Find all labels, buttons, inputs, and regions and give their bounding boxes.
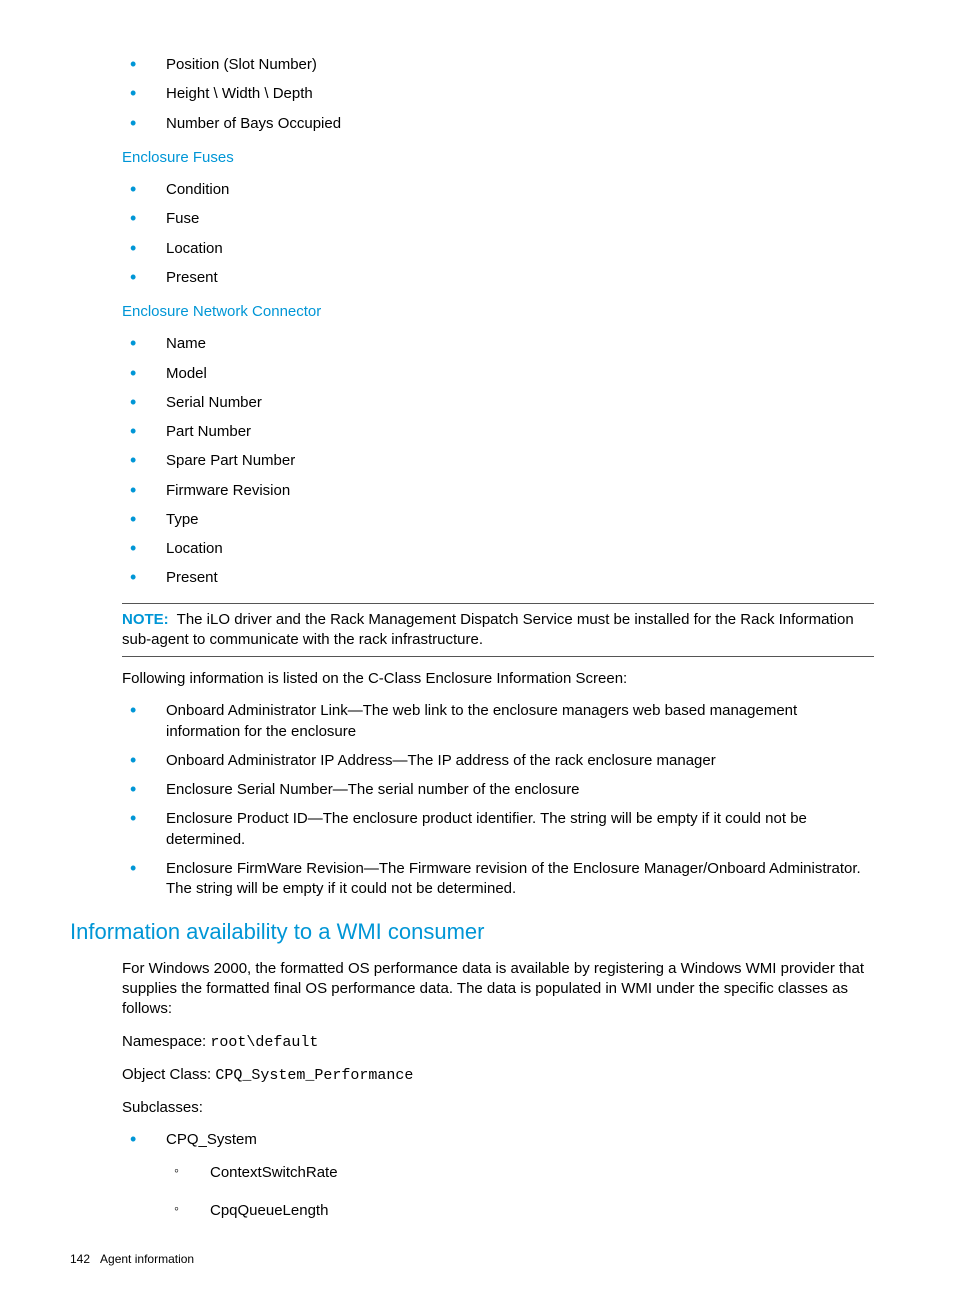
subclasses-label: Subclasses:: [122, 1098, 874, 1118]
objclass-value: CPQ_System_Performance: [215, 1067, 413, 1084]
para-following: Following information is listed on the C…: [122, 669, 874, 689]
namespace-label: Namespace:: [122, 1033, 210, 1050]
list-item: CPQ_System ContextSwitchRate CpqQueueLen…: [122, 1130, 874, 1221]
list-item: Height \ Width \ Depth: [122, 84, 874, 104]
list-item: Present: [122, 568, 874, 588]
list-item: Spare Part Number: [122, 451, 874, 471]
list-subclasses: CPQ_System ContextSwitchRate CpqQueueLen…: [70, 1130, 874, 1221]
sub-list-item: ContextSwitchRate: [166, 1163, 874, 1183]
note-label: NOTE:: [122, 611, 169, 628]
note-block: NOTE:The iLO driver and the Rack Managem…: [122, 603, 874, 658]
list-item: Condition: [122, 180, 874, 200]
list-item: Enclosure FirmWare Revision—The Firmware…: [122, 859, 874, 900]
list-item: Model: [122, 364, 874, 384]
note-text: The iLO driver and the Rack Management D…: [122, 611, 854, 648]
heading-enclosure-fuses: Enclosure Fuses: [122, 148, 874, 168]
list-cclass: Onboard Administrator Link—The web link …: [70, 701, 874, 899]
subclass-main: CPQ_System: [166, 1131, 257, 1148]
list-item: Part Number: [122, 422, 874, 442]
list-item: Present: [122, 268, 874, 288]
list-item: Location: [122, 539, 874, 559]
list-item: Location: [122, 239, 874, 259]
list-item: Serial Number: [122, 393, 874, 413]
sub-list: ContextSwitchRate CpqQueueLength: [166, 1163, 874, 1222]
list-fuses: Condition Fuse Location Present: [70, 180, 874, 288]
list-item: Onboard Administrator IP Address—The IP …: [122, 751, 874, 771]
footer: 142 Agent information: [70, 1251, 874, 1267]
section-heading-wmi: Information availability to a WMI consum…: [70, 917, 874, 947]
list-network: Name Model Serial Number Part Number Spa…: [70, 334, 874, 588]
list-item: Name: [122, 334, 874, 354]
list-item: Type: [122, 510, 874, 530]
footer-title: Agent information: [100, 1252, 194, 1266]
namespace-line: Namespace: root\default: [122, 1032, 874, 1053]
namespace-value: root\default: [210, 1034, 318, 1051]
list-item: Onboard Administrator Link—The web link …: [122, 701, 874, 742]
objclass-line: Object Class: CPQ_System_Performance: [122, 1065, 874, 1086]
list-item: Enclosure Product ID—The enclosure produ…: [122, 809, 874, 850]
list-item: Fuse: [122, 209, 874, 229]
list-position: Position (Slot Number) Height \ Width \ …: [70, 55, 874, 134]
page-number: 142: [70, 1252, 90, 1266]
list-item: Firmware Revision: [122, 481, 874, 501]
para-windows: For Windows 2000, the formatted OS perfo…: [122, 959, 874, 1020]
heading-enclosure-network: Enclosure Network Connector: [122, 302, 874, 322]
sub-list-item: CpqQueueLength: [166, 1201, 874, 1221]
list-item: Number of Bays Occupied: [122, 114, 874, 134]
list-item: Enclosure Serial Number—The serial numbe…: [122, 780, 874, 800]
objclass-label: Object Class:: [122, 1066, 215, 1083]
list-item: Position (Slot Number): [122, 55, 874, 75]
